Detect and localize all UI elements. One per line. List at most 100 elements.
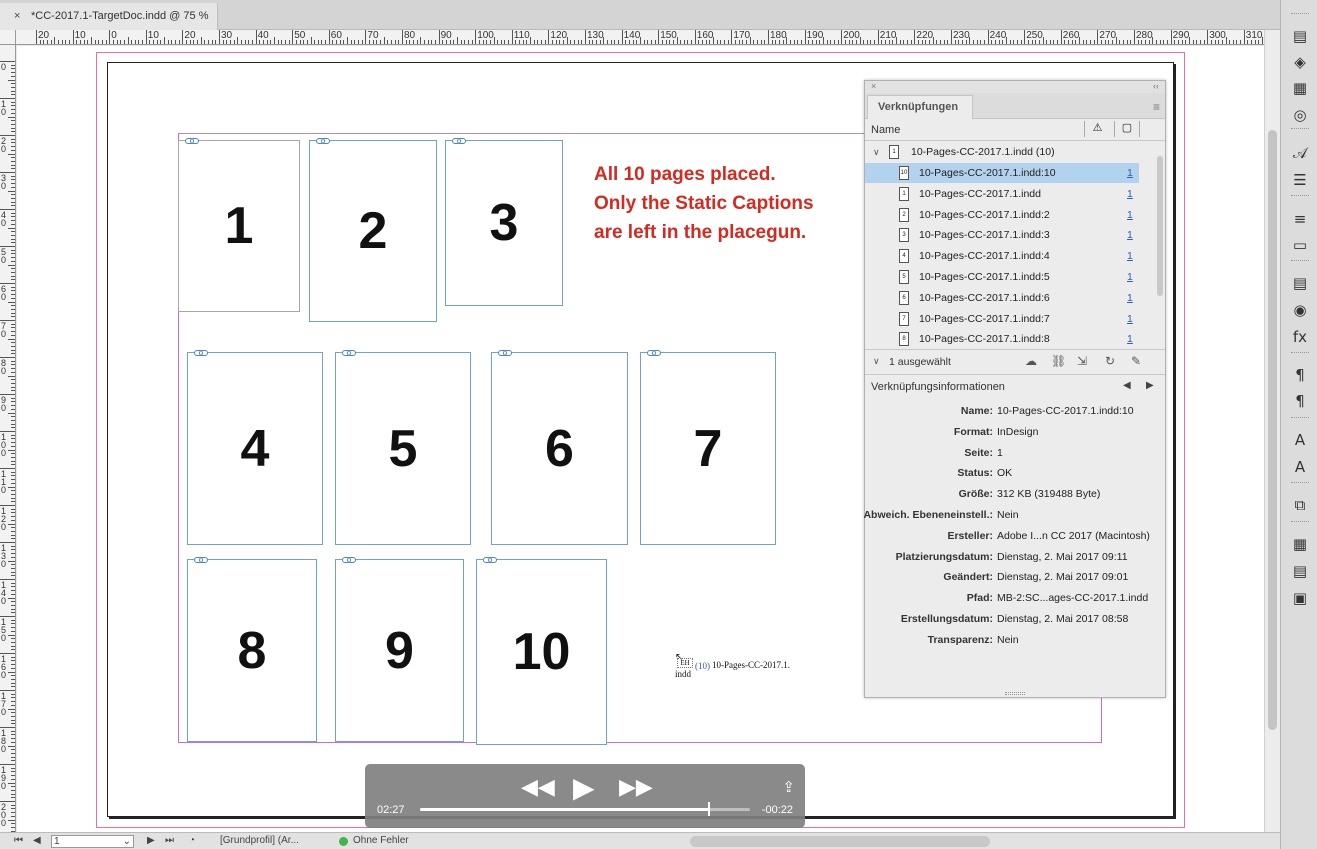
paragraph-icon[interactable]: ¶ <box>1287 365 1313 385</box>
relink-icon[interactable]: ⛓ <box>1051 354 1066 368</box>
placed-page-frame-4[interactable]: 4 <box>187 349 323 545</box>
horizontal-ruler[interactable]: 20 10 0 10 20 30 40 50 60 70 80 90 100 110 120 130 140 15… <box>16 30 1264 45</box>
placed-page-frame-1[interactable]: 1 <box>178 137 300 312</box>
table-styles-icon[interactable]: ▤ <box>1287 561 1313 581</box>
preflight-profile[interactable]: [Grundprofil] (Ar... <box>220 835 299 846</box>
page-column-icon[interactable]: ▢ <box>1114 121 1140 137</box>
character-styles-icon[interactable]: 𝒜 <box>1287 143 1313 163</box>
column-name[interactable]: Name <box>871 124 900 136</box>
panel-titlebar[interactable]: × ‹‹ <box>865 81 1165 93</box>
horizontal-scrollbar[interactable] <box>690 836 990 847</box>
chevron-down-icon[interactable]: ⌄ <box>123 836 131 847</box>
previous-link-icon[interactable]: ◀ <box>1123 380 1131 391</box>
placed-page-frame-2[interactable]: 2 <box>309 137 437 322</box>
link-page-number[interactable]: 1 <box>1127 267 1133 287</box>
paragraph-styles-icon[interactable]: ¶ <box>1287 391 1313 411</box>
rewind-icon[interactable]: ◀◀ <box>521 774 555 800</box>
vertical-ruler[interactable]: 0 10 20 30 40 50 60 70 80 90 100 110 120 130 140 150 160… <box>0 45 16 832</box>
link-page-number[interactable]: 1 <box>1127 205 1133 225</box>
preflight-status[interactable]: Ohne Fehler <box>353 835 409 846</box>
list-item[interactable]: 5 10-Pages-CC-2017.1.indd:5 1 <box>865 267 1139 287</box>
object-styles-icon[interactable]: ⧉ <box>1287 495 1313 515</box>
canvas-vertical-scrollbar[interactable] <box>1264 30 1280 832</box>
link-page-number[interactable]: 1 <box>1127 329 1133 347</box>
links-list-scrollbar[interactable] <box>1155 142 1165 347</box>
links-panel-icon[interactable]: ▦ <box>1287 78 1313 98</box>
cc-libraries-icon[interactable]: ◎ <box>1287 105 1313 125</box>
cc-library-link-icon[interactable]: ☁ <box>1025 354 1037 368</box>
document-tab[interactable]: × *CC-2017.1-TargetDoc.indd @ 75 % <box>0 3 218 30</box>
chevron-down-icon[interactable]: ∨ <box>873 356 880 367</box>
page-number-field[interactable]: 1 ⌄ <box>51 835 134 848</box>
close-panel-icon[interactable]: × <box>871 81 876 91</box>
link-page-number[interactable]: 1 <box>1127 288 1133 308</box>
pages-icon[interactable]: ▤ <box>1287 26 1313 46</box>
warning-column-icon[interactable]: ⚠ <box>1084 121 1110 137</box>
close-tab-icon[interactable]: × <box>14 3 20 30</box>
list-item[interactable]: 4 10-Pages-CC-2017.1.indd:4 1 <box>865 246 1139 266</box>
edit-original-icon[interactable]: ✎ <box>1131 354 1141 368</box>
list-item[interactable]: 10 10-Pages-CC-2017.1.indd:10 1 <box>865 163 1139 183</box>
ruler-label: 220 <box>916 30 934 41</box>
list-item-parent[interactable]: ∨ 1 10-Pages-CC-2017.1.indd (10) <box>865 142 1139 162</box>
chevron-down-icon[interactable]: ∨ <box>873 142 880 162</box>
ruler-minor-tick <box>11 142 15 144</box>
stroke-icon[interactable]: ☰ <box>1287 170 1313 190</box>
share-icon[interactable]: ⇪ <box>782 778 795 796</box>
tab-links[interactable]: Verknüpfungen <box>867 95 973 119</box>
gradient-icon[interactable]: ▭ <box>1287 235 1313 255</box>
placed-page-frame-9[interactable]: 9 <box>335 556 464 742</box>
panel-menu-icon[interactable]: ≡ <box>1153 100 1160 114</box>
placed-page-frame-3[interactable]: 3 <box>445 137 563 306</box>
list-item[interactable]: 2 10-Pages-CC-2017.1.indd:2 1 <box>865 205 1139 225</box>
info-value: 10-Pages-CC-2017.1.indd:10 <box>997 405 1134 417</box>
link-page-number[interactable]: 1 <box>1127 163 1133 183</box>
ruler-label: 80 <box>404 30 416 41</box>
first-page-icon[interactable]: ⏮ <box>14 835 23 846</box>
previous-page-icon[interactable]: ◀ <box>33 835 41 846</box>
last-page-icon[interactable]: ⏭ <box>165 835 174 846</box>
play-icon[interactable]: ▶ <box>573 771 595 804</box>
panel-resize-grip[interactable] <box>1005 692 1025 695</box>
list-item[interactable]: 3 10-Pages-CC-2017.1.indd:3 1 <box>865 225 1139 245</box>
link-info-title[interactable]: Verknüpfungsinformationen <box>871 381 1005 393</box>
link-icon <box>498 349 512 356</box>
placed-page-frame-8[interactable]: 8 <box>187 556 317 742</box>
link-page-number[interactable]: 1 <box>1127 225 1133 245</box>
list-item[interactable]: 7 10-Pages-CC-2017.1.indd:7 1 <box>865 309 1139 329</box>
ruler-minor-tick <box>317 40 319 44</box>
list-item[interactable]: 1 10-Pages-CC-2017.1.indd 1 <box>865 184 1139 204</box>
video-progress-bar[interactable] <box>420 802 750 816</box>
text-wrap-icon[interactable]: ▤ <box>1287 273 1313 293</box>
link-page-number[interactable]: 1 <box>1127 309 1133 329</box>
links-scroll-thumb[interactable] <box>1157 156 1163 296</box>
ruler-minor-tick <box>8 523 15 525</box>
go-to-link-icon[interactable]: ⇲ <box>1077 354 1087 368</box>
character-icon[interactable]: A <box>1287 430 1313 450</box>
placed-page-frame-5[interactable]: 5 <box>335 349 471 545</box>
list-item[interactable]: 6 10-Pages-CC-2017.1.indd:6 1 <box>865 288 1139 308</box>
layers-icon[interactable]: ◈ <box>1287 52 1313 72</box>
placed-page-frame-6[interactable]: 6 <box>491 349 628 545</box>
link-page-number[interactable]: 1 <box>1127 184 1133 204</box>
video-scrubber[interactable] <box>707 802 710 816</box>
update-link-icon[interactable]: ↻ <box>1105 354 1115 368</box>
placed-page-frame-10[interactable]: 10 <box>476 556 607 745</box>
preflight-icon[interactable]: ◔ <box>189 835 195 846</box>
cell-styles-icon[interactable]: ▣ <box>1287 588 1313 608</box>
list-item[interactable]: 8 10-Pages-CC-2017.1.indd:8 1 <box>865 329 1139 347</box>
ruler-minor-tick <box>11 168 15 170</box>
canvas-scroll-thumb[interactable] <box>1268 130 1277 730</box>
placed-page-frame-7[interactable]: 7 <box>640 349 776 545</box>
swatches-icon[interactable]: ≡ <box>1287 209 1313 229</box>
color-icon[interactable]: ◉ <box>1287 300 1313 320</box>
ruler-origin[interactable] <box>0 30 16 45</box>
char-styles-icon[interactable]: A <box>1287 457 1313 477</box>
link-page-number[interactable]: 1 <box>1127 246 1133 266</box>
effects-icon[interactable]: fx <box>1287 327 1313 347</box>
collapse-panel-icon[interactable]: ‹‹ <box>1153 81 1159 91</box>
table-icon[interactable]: ▦ <box>1287 534 1313 554</box>
next-page-icon[interactable]: ▶ <box>147 835 155 846</box>
next-link-icon[interactable]: ▶ <box>1146 380 1154 391</box>
fast-forward-icon[interactable]: ▶▶ <box>619 774 653 800</box>
